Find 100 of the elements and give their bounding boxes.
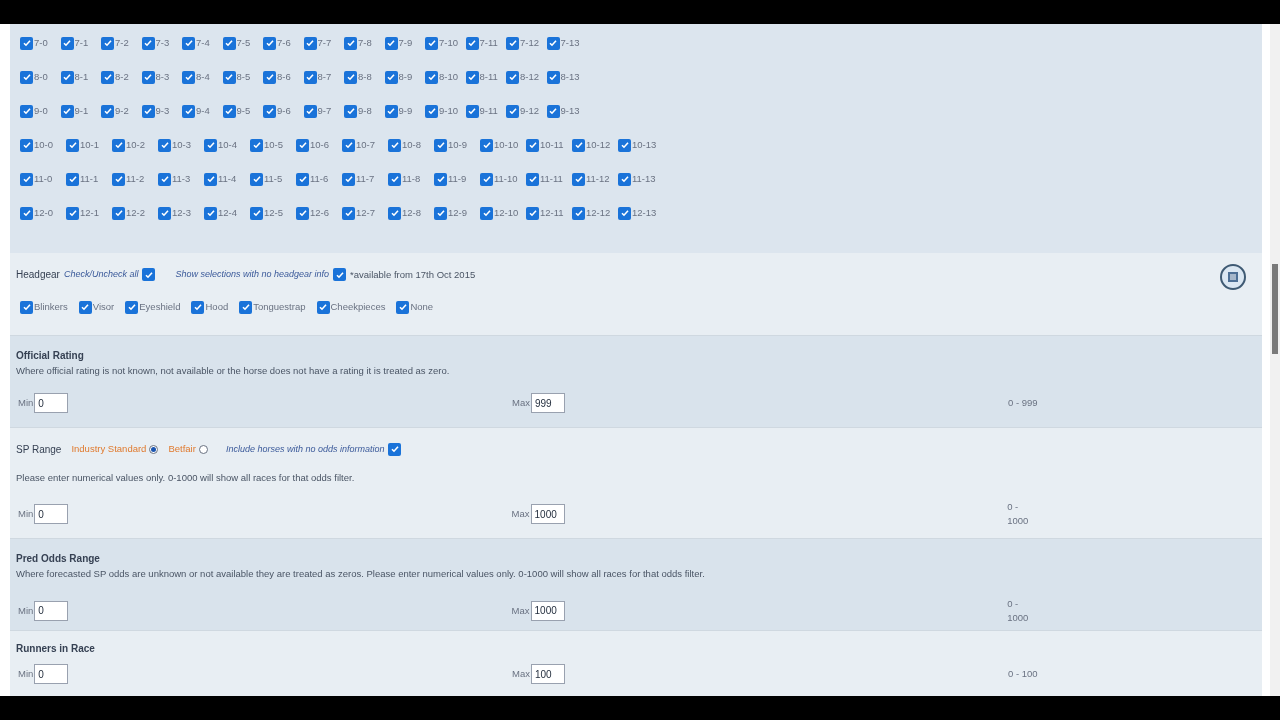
- checkbox[interactable]: [141, 36, 155, 50]
- checkbox[interactable]: [20, 36, 33, 50]
- checkbox[interactable]: [112, 138, 125, 152]
- checkbox[interactable]: [434, 138, 447, 152]
- checkbox[interactable]: [191, 300, 205, 314]
- radio-button[interactable]: [198, 444, 208, 454]
- checkbox[interactable]: [434, 172, 447, 186]
- checkbox[interactable]: [316, 300, 330, 314]
- checkbox[interactable]: [526, 206, 539, 220]
- checkbox[interactable]: [20, 104, 33, 118]
- max-field[interactable]: 999: [530, 393, 565, 414]
- checkbox[interactable]: [384, 70, 398, 84]
- checkbox[interactable]: [342, 172, 355, 186]
- checkbox[interactable]: [344, 36, 357, 50]
- checkbox[interactable]: [344, 104, 357, 118]
- checkbox[interactable]: [342, 206, 355, 220]
- checkbox[interactable]: [506, 70, 519, 84]
- checkbox[interactable]: [263, 36, 276, 50]
- checkbox[interactable]: [204, 172, 217, 186]
- checkbox[interactable]: [204, 138, 217, 152]
- min-field[interactable]: 0: [34, 600, 69, 621]
- checkbox[interactable]: [572, 206, 585, 220]
- checkbox[interactable]: [112, 206, 125, 220]
- checkbox[interactable]: [506, 104, 519, 118]
- checkbox[interactable]: [20, 300, 33, 314]
- checkbox[interactable]: [101, 36, 114, 50]
- checkbox[interactable]: [572, 138, 585, 152]
- checkbox[interactable]: [182, 36, 195, 50]
- checkbox[interactable]: [158, 206, 171, 220]
- checkbox[interactable]: [465, 70, 479, 84]
- checkbox[interactable]: [66, 206, 79, 220]
- min-field[interactable]: 0: [34, 504, 69, 525]
- checkbox[interactable]: [222, 104, 236, 118]
- checkbox[interactable]: [60, 104, 74, 118]
- checkbox[interactable]: [20, 206, 33, 220]
- checkbox[interactable]: [60, 36, 74, 50]
- checkbox[interactable]: [480, 206, 493, 220]
- checkbox[interactable]: [344, 70, 357, 84]
- max-field[interactable]: 100: [530, 664, 565, 685]
- checkbox[interactable]: [384, 104, 398, 118]
- min-field[interactable]: 0: [34, 393, 69, 414]
- checkbox[interactable]: [142, 268, 156, 282]
- checkbox[interactable]: [425, 70, 438, 84]
- checkbox[interactable]: [296, 138, 309, 152]
- checkbox[interactable]: [303, 70, 317, 84]
- checkbox[interactable]: [618, 138, 631, 152]
- checkbox[interactable]: [618, 172, 631, 186]
- checkbox[interactable]: [78, 300, 92, 314]
- checkbox[interactable]: [101, 104, 114, 118]
- checkbox[interactable]: [20, 70, 33, 84]
- checkbox[interactable]: [526, 172, 539, 186]
- checkbox[interactable]: [434, 206, 447, 220]
- checkbox[interactable]: [480, 138, 493, 152]
- checkbox[interactable]: [222, 70, 236, 84]
- checkbox[interactable]: [66, 138, 79, 152]
- checkbox[interactable]: [141, 104, 155, 118]
- checkbox[interactable]: [222, 36, 236, 50]
- checkbox[interactable]: [572, 172, 585, 186]
- checkbox[interactable]: [20, 172, 33, 186]
- checkbox[interactable]: [20, 138, 33, 152]
- checkbox[interactable]: [333, 268, 347, 282]
- checkbox[interactable]: [618, 206, 631, 220]
- checkbox[interactable]: [465, 104, 479, 118]
- checkbox[interactable]: [250, 206, 263, 220]
- checkbox[interactable]: [125, 300, 139, 314]
- checkbox[interactable]: [303, 104, 317, 118]
- checkbox[interactable]: [239, 300, 253, 314]
- checkbox[interactable]: [303, 36, 317, 50]
- list-icon[interactable]: [1220, 264, 1246, 291]
- checkbox[interactable]: [388, 138, 401, 152]
- checkbox[interactable]: [465, 36, 479, 50]
- checkbox[interactable]: [546, 36, 560, 50]
- radio-button[interactable]: [149, 444, 159, 454]
- checkbox[interactable]: [66, 172, 79, 186]
- checkbox[interactable]: [342, 138, 355, 152]
- checkbox[interactable]: [182, 70, 195, 84]
- checkbox[interactable]: [296, 206, 309, 220]
- checkbox[interactable]: [250, 172, 263, 186]
- checkbox[interactable]: [388, 172, 401, 186]
- checkbox[interactable]: [526, 138, 539, 152]
- checkbox[interactable]: [158, 172, 171, 186]
- checkbox[interactable]: [546, 104, 560, 118]
- checkbox[interactable]: [263, 70, 276, 84]
- checkbox[interactable]: [60, 70, 74, 84]
- checkbox[interactable]: [101, 70, 114, 84]
- checkbox[interactable]: [250, 138, 263, 152]
- checkbox[interactable]: [388, 206, 401, 220]
- min-field[interactable]: 0: [34, 664, 69, 685]
- checkbox[interactable]: [425, 36, 438, 50]
- checkbox[interactable]: [182, 104, 195, 118]
- max-field[interactable]: 1000: [530, 600, 565, 621]
- checkbox[interactable]: [425, 104, 438, 118]
- max-field[interactable]: 1000: [530, 504, 565, 525]
- checkbox[interactable]: [384, 36, 398, 50]
- checkbox[interactable]: [141, 70, 155, 84]
- checkbox[interactable]: [388, 442, 402, 456]
- checkbox[interactable]: [480, 172, 493, 186]
- checkbox[interactable]: [546, 70, 560, 84]
- checkbox[interactable]: [158, 138, 171, 152]
- checkbox[interactable]: [204, 206, 217, 220]
